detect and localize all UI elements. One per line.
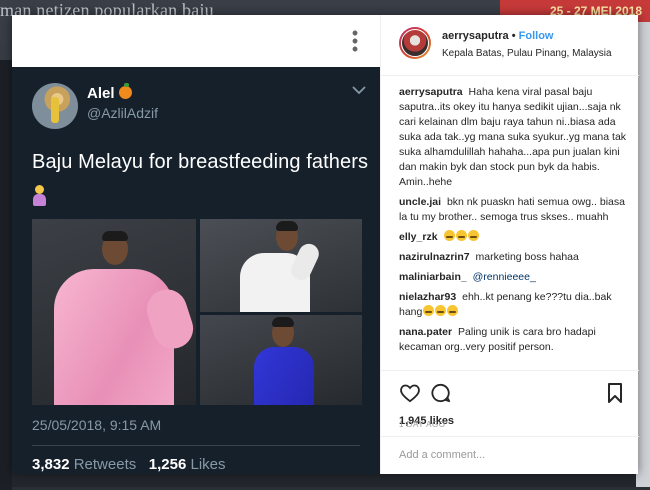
like-label: Likes bbox=[190, 456, 226, 473]
tweet-text: Baju Melayu for breastfeeding fathers bbox=[32, 151, 369, 173]
list-item: nazirulnazrin7 marketing boss hahaa bbox=[399, 250, 627, 265]
breastfeeding-emoji-icon bbox=[32, 185, 46, 207]
list-item: nana.pater Paling unik is cara bro hadap… bbox=[399, 325, 627, 355]
post-image-pane: • • • Alel @AzlilAdzif Baju Melayu for bre… bbox=[12, 15, 380, 474]
post-modal: • • • Alel @AzlilAdzif Baju Melayu for bre… bbox=[12, 15, 639, 475]
grin-emoji-icon bbox=[447, 305, 459, 316]
tweet-date: 25/05/2018, 9:15 AM bbox=[32, 417, 162, 433]
grin-emoji-icon bbox=[444, 230, 456, 241]
tweet-photo-white bbox=[200, 219, 362, 312]
follow-button[interactable]: Follow bbox=[519, 30, 554, 42]
list-item: elly_rzk bbox=[399, 230, 627, 245]
comment-username[interactable]: nana.pater bbox=[399, 326, 452, 338]
comment-username[interactable]: elly_rzk bbox=[399, 231, 438, 243]
more-options-icon[interactable]: • • • bbox=[350, 24, 360, 58]
comment-username[interactable]: nielazhar93 bbox=[399, 291, 456, 303]
list-item: maliniarbain_ @rennieeee_ bbox=[399, 270, 627, 285]
tweet-photo-pink bbox=[32, 219, 196, 405]
list-item: uncle.jai bkn nk puaskn hati semua owg..… bbox=[399, 195, 627, 225]
tweet-divider bbox=[32, 445, 360, 446]
comment-text: marketing boss hahaa bbox=[475, 251, 579, 263]
caption: aerrysaputra Haha kena viral pasal baju … bbox=[399, 85, 627, 190]
tweet-card: Alel @AzlilAdzif Baju Melayu for breastf… bbox=[12, 67, 380, 474]
retweet-count: 3,832 bbox=[32, 456, 70, 473]
comment-mention[interactable]: @rennieeee_ bbox=[473, 271, 536, 283]
location-link[interactable]: Kepala Batas, Pulau Pinang, Malaysia bbox=[442, 48, 612, 59]
caption-username[interactable]: aerrysaputra bbox=[399, 86, 463, 98]
tweet-name-row: Alel bbox=[87, 83, 132, 102]
heart-icon[interactable] bbox=[399, 383, 421, 403]
grin-emoji-icon bbox=[468, 230, 480, 241]
chevron-down-icon bbox=[352, 86, 366, 95]
post-header: aerrysaputra • Follow Kepala Batas, Pula… bbox=[381, 15, 639, 76]
header-username[interactable]: aerrysaputra bbox=[442, 30, 509, 42]
like-count: 1,256 bbox=[148, 456, 187, 473]
comment-username[interactable]: maliniarbain_ bbox=[399, 271, 467, 283]
comment-input[interactable]: Add a comment... bbox=[399, 449, 485, 461]
orange-emoji-icon bbox=[118, 83, 132, 99]
header-user-row: aerrysaputra • Follow bbox=[442, 30, 553, 42]
comment-username[interactable]: uncle.jai bbox=[399, 196, 441, 208]
tweet-stats: 3,832 Retweets 1,256 Likes bbox=[32, 456, 226, 473]
comment-icon[interactable] bbox=[431, 383, 451, 403]
retweet-label: Retweets bbox=[73, 456, 137, 473]
post-info-pane: aerrysaputra • Follow Kepala Batas, Pula… bbox=[380, 15, 639, 475]
comment-username[interactable]: nazirulnazrin7 bbox=[399, 251, 470, 263]
add-comment-bar: Add a comment... bbox=[381, 436, 639, 475]
tweet-name: Alel bbox=[87, 85, 115, 102]
grin-emoji-icon bbox=[456, 230, 468, 241]
post-timestamp: 1 DAY AGO bbox=[399, 420, 446, 429]
tweet-handle: @AzlilAdzif bbox=[87, 105, 159, 121]
grin-emoji-icon bbox=[423, 305, 435, 316]
caption-text: Haha kena viral pasal baju saputra..its … bbox=[399, 86, 627, 173]
background-left-strip bbox=[0, 60, 12, 490]
grin-emoji-icon bbox=[435, 305, 447, 316]
bookmark-icon[interactable] bbox=[607, 383, 623, 403]
list-item: nielazhar93 ehh..kt penang ke???tu dia..… bbox=[399, 290, 627, 320]
tweet-photo-blue bbox=[200, 315, 362, 405]
caption-signoff: Amin..hehe bbox=[399, 176, 453, 188]
avatar[interactable] bbox=[399, 27, 431, 59]
tweet-avatar bbox=[32, 83, 78, 129]
comment-list: aerrysaputra Haha kena viral pasal baju … bbox=[399, 85, 627, 360]
header-separator: • bbox=[511, 30, 516, 42]
